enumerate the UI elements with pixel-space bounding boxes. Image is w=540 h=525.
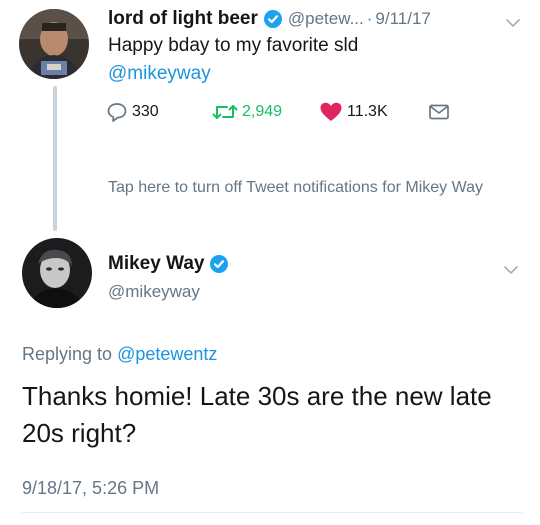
heart-icon <box>319 101 343 123</box>
replying-to-line: Replying to @petewentz <box>22 344 217 365</box>
tweet1-date[interactable]: 9/11/17 <box>375 9 430 29</box>
retweet-count: 2,949 <box>242 103 283 120</box>
reply-count: 330 <box>132 103 159 120</box>
chevron-down-icon[interactable] <box>503 262 519 275</box>
replying-to-mention-link[interactable]: @petewentz <box>117 344 217 364</box>
reply-button[interactable]: 330 <box>106 101 159 123</box>
retweet-icon <box>212 101 238 123</box>
tweet1-action-bar: 330 2,949 11.3K <box>106 101 466 125</box>
like-button[interactable]: 11.3K <box>319 101 388 123</box>
retweet-button[interactable]: 2,949 <box>212 101 282 123</box>
divider <box>22 512 522 513</box>
notification-toggle-link[interactable]: Tap here to turn off Tweet notifications… <box>108 177 508 198</box>
verified-badge-icon <box>263 10 282 28</box>
tweet2-author-handle[interactable]: @mikeyway <box>108 282 200 302</box>
thread-connector-line <box>53 86 57 231</box>
verified-badge-icon <box>210 255 229 273</box>
replying-to-label: Replying to <box>22 344 113 364</box>
tweet2-timestamp[interactable]: 9/18/17, 5:26 PM <box>22 478 159 499</box>
tweet1-header: lord of light beer @petew... · 9/11/17 <box>108 6 528 32</box>
direct-message-icon <box>428 101 450 123</box>
tweet1-author-handle[interactable]: @petew... <box>288 9 364 29</box>
like-count: 11.3K <box>347 103 388 120</box>
tweet1-author-name[interactable]: lord of light beer <box>108 8 258 30</box>
separator-dot: · <box>366 9 373 28</box>
tweet2-text: Thanks homie! Late 30s are the new late … <box>22 381 492 448</box>
avatar-mikey[interactable] <box>22 238 92 308</box>
tweet-thread: lord of light beer @petew... · 9/11/17 H… <box>0 0 540 525</box>
chevron-down-icon[interactable] <box>505 15 521 28</box>
avatar-pete[interactable] <box>19 9 89 79</box>
tweet2-header: Mikey Way <box>108 253 234 275</box>
tweet2-author-name[interactable]: Mikey Way <box>108 253 204 275</box>
direct-message-button[interactable] <box>428 101 450 123</box>
reply-icon <box>106 101 128 123</box>
tweet1-mention-link[interactable]: @mikeyway <box>108 62 211 86</box>
tweet1-text: Happy bday to my favorite sld <box>108 35 359 56</box>
